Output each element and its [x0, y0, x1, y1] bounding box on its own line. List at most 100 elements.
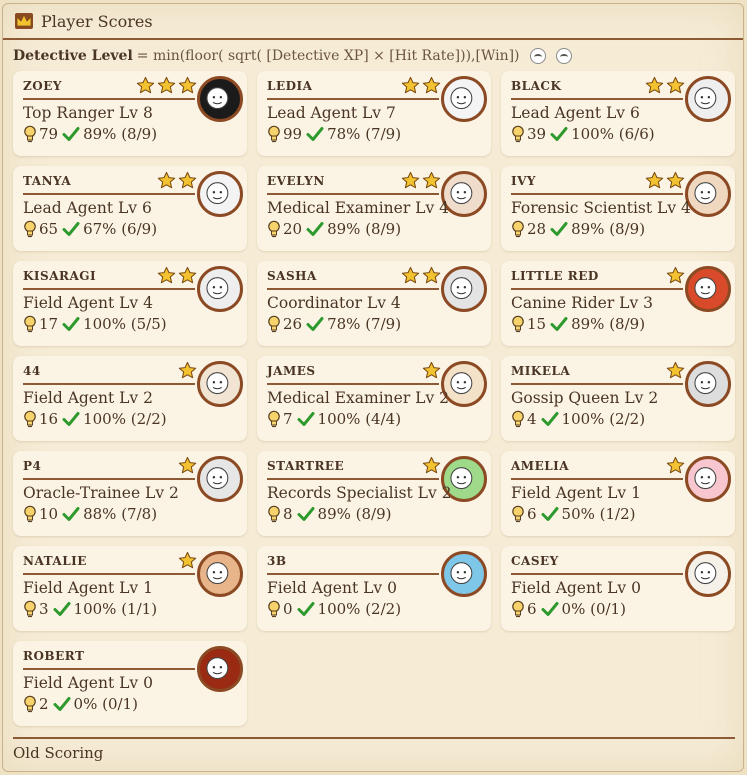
avatar[interactable] [685, 171, 731, 217]
lightbulb-icon [268, 315, 280, 333]
avatar[interactable] [441, 266, 487, 312]
player-rank: Field Agent Lv 1 [23, 579, 153, 597]
avatar-face-icon [206, 277, 229, 300]
player-card[interactable]: P4 Oracle-Trainee Lv 2 10 88% (7/8) [13, 451, 247, 536]
player-card[interactable]: TANYA Lead Agent Lv 6 65 67% (6/9) [13, 166, 247, 251]
detective-xp: 0 [283, 600, 293, 618]
player-card[interactable]: MIKELA Gossip Queen Lv 2 4 100% (2/2) [501, 356, 735, 441]
hit-rate: 100% (2/2) [317, 600, 402, 618]
detective-xp: 17 [39, 315, 59, 333]
player-stats: 79 89% (8/9) [23, 125, 157, 143]
star-rating [645, 171, 685, 190]
avatar-face-icon [450, 87, 473, 110]
check-icon [62, 222, 80, 236]
player-card[interactable]: IVY Forensic Scientist Lv 4 28 89% (8/9) [501, 166, 735, 251]
player-card[interactable]: BLACK Lead Agent Lv 6 39 100% (6/6) [501, 71, 735, 156]
player-stats: 39 100% (6/6) [511, 125, 655, 143]
player-card[interactable]: ZOEY Top Ranger Lv 8 79 89% (8/9) [13, 71, 247, 156]
player-stats: 15 89% (8/9) [511, 315, 645, 333]
hit-rate: 50% (1/2) [561, 505, 636, 523]
hit-rate: 100% (6/6) [571, 125, 655, 143]
player-name: SASHA [267, 269, 317, 283]
avatar[interactable] [441, 76, 487, 122]
avatar[interactable] [441, 551, 487, 597]
player-card[interactable]: EVELYN Medical Examiner Lv 4 20 89% (8/9… [257, 166, 491, 251]
player-name: JAMES [267, 364, 316, 378]
avatar[interactable] [685, 456, 731, 502]
check-icon [53, 697, 71, 711]
detective-xp: 6 [527, 505, 537, 523]
avatar[interactable] [197, 171, 243, 217]
player-card[interactable]: AMELIA Field Agent Lv 1 6 50% (1/2) [501, 451, 735, 536]
player-card[interactable]: NATALIE Field Agent Lv 1 3 100% (1/1) [13, 546, 247, 631]
level-formula: Detective Level = min(floor( sqrt( [Dete… [13, 45, 572, 67]
player-card[interactable]: JAMES Medical Examiner Lv 2 7 100% (4/4) [257, 356, 491, 441]
crown-icon [15, 13, 33, 29]
player-card[interactable]: 3B Field Agent Lv 0 0 100% (2/2) [257, 546, 491, 631]
lightbulb-icon [24, 315, 36, 333]
avatar[interactable] [197, 76, 243, 122]
avatar[interactable] [197, 456, 243, 502]
star-icon [666, 266, 685, 284]
detective-xp: 6 [527, 600, 537, 618]
name-divider [23, 193, 195, 195]
player-card[interactable]: STARTREE Records Specialist Lv 2 8 89% (… [257, 451, 491, 536]
star-icon [645, 76, 664, 94]
hit-rate: 89% (8/9) [83, 125, 158, 143]
star-rating [422, 361, 441, 380]
player-card[interactable]: KISARAGI Field Agent Lv 4 17 100% (5/5) [13, 261, 247, 346]
player-card[interactable]: 44 Field Agent Lv 2 16 100% (2/2) [13, 356, 247, 441]
avatar[interactable] [685, 551, 731, 597]
name-divider [511, 193, 683, 195]
avatar[interactable] [685, 76, 731, 122]
detective-xp: 7 [283, 410, 293, 428]
player-card[interactable]: SASHA Coordinator Lv 4 26 78% (7/9) [257, 261, 491, 346]
old-scoring-link[interactable]: Old Scoring [13, 744, 103, 762]
check-icon [550, 127, 568, 141]
player-rank: Gossip Queen Lv 2 [511, 389, 659, 407]
lightbulb-icon [24, 600, 36, 618]
avatar[interactable] [197, 551, 243, 597]
star-icon [157, 266, 176, 284]
player-card[interactable]: LEDIA Lead Agent Lv 7 99 78% (7/9) [257, 71, 491, 156]
detective-xp: 2 [39, 695, 49, 713]
player-card[interactable]: ROBERT Field Agent Lv 0 2 0% (0/1) [13, 641, 247, 726]
player-stats: 17 100% (5/5) [23, 315, 167, 333]
player-name: BLACK [511, 79, 562, 93]
avatar[interactable] [197, 646, 243, 692]
player-card[interactable]: CASEY Field Agent Lv 0 6 0% (0/1) [501, 546, 735, 631]
player-rank: Field Agent Lv 1 [511, 484, 641, 502]
player-name: MIKELA [511, 364, 571, 378]
check-icon [306, 317, 324, 331]
player-stats: 99 78% (7/9) [267, 125, 401, 143]
detective-xp: 3 [39, 600, 49, 618]
avatar-face-icon [694, 277, 717, 300]
detective-xp: 39 [527, 125, 547, 143]
star-icon [157, 76, 176, 94]
avatar-face-icon [694, 372, 717, 395]
player-stats: 4 100% (2/2) [511, 410, 645, 428]
detective-xp: 15 [527, 315, 547, 333]
avatar[interactable] [197, 361, 243, 407]
player-stats: 16 100% (2/2) [23, 410, 167, 428]
player-card[interactable]: LITTLE RED Canine Rider Lv 3 15 89% (8/9… [501, 261, 735, 346]
name-divider [23, 573, 195, 575]
player-rank: Oracle-Trainee Lv 2 [23, 484, 179, 502]
star-icon [157, 171, 176, 189]
star-icon [422, 266, 441, 284]
lightbulb-icon [268, 410, 280, 428]
avatar-face-icon [694, 467, 717, 490]
hit-rate: 100% (1/1) [73, 600, 158, 618]
avatar[interactable] [685, 266, 731, 312]
lightbulb-icon [24, 695, 36, 713]
star-icon [666, 76, 685, 94]
player-rank: Lead Agent Lv 6 [511, 104, 640, 122]
hit-rate: 88% (7/8) [83, 505, 158, 523]
player-name: LEDIA [267, 79, 313, 93]
avatar[interactable] [197, 266, 243, 312]
name-divider [267, 383, 439, 385]
star-icon [422, 76, 441, 94]
check-icon [541, 412, 559, 426]
avatar[interactable] [685, 361, 731, 407]
detective-xp: 10 [39, 505, 59, 523]
